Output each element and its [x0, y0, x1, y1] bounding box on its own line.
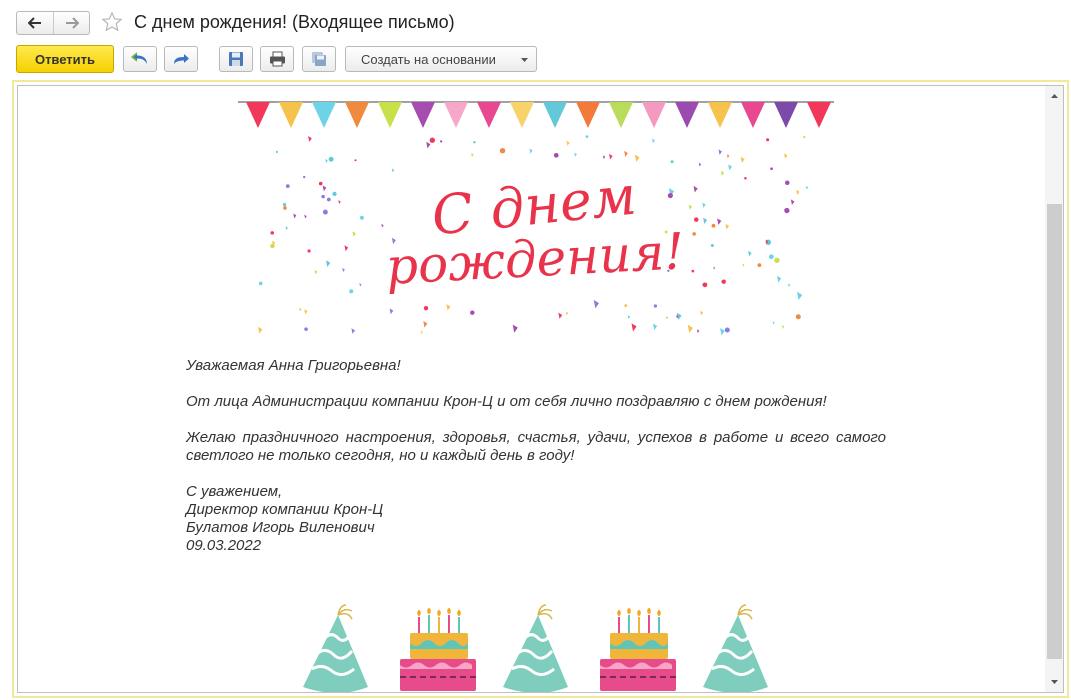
reply-button[interactable]: Ответить — [16, 45, 114, 73]
signature-position: Директор компании Крон-Ц — [186, 501, 384, 518]
scroll-down-icon — [1050, 680, 1058, 684]
paragraph-congratulation: От лица Администрации компании Крон-Ц и … — [186, 393, 827, 410]
vertical-scrollbar[interactable] — [1045, 86, 1063, 692]
signature-name: Булатов Игорь Виленович — [186, 519, 375, 536]
scroll-up-button[interactable] — [1045, 88, 1063, 104]
bunting-flags — [246, 102, 831, 128]
greeting-line-2: рождения! — [385, 222, 686, 296]
star-icon — [101, 11, 123, 32]
title-bar: С днем рождения! (Входящее письмо) — [0, 0, 1071, 44]
arrow-left-icon — [28, 17, 41, 29]
birthday-cake-icon — [599, 607, 677, 692]
party-decorations — [301, 603, 770, 692]
salutation: Уважаемая Анна Григорьевна! — [186, 357, 401, 374]
forward-button[interactable] — [53, 12, 89, 34]
navigation-group — [16, 11, 90, 35]
arrow-right-icon — [65, 17, 79, 29]
floppy-disk-icon — [229, 52, 243, 66]
undo-arrow-icon — [131, 52, 147, 64]
scroll-down-button[interactable] — [1045, 674, 1063, 690]
signature-date: 09.03.2022 — [186, 537, 262, 554]
reply-all-button[interactable] — [123, 46, 157, 72]
save-copy-button[interactable] — [302, 46, 336, 72]
toolbar: Ответить Создать на основании — [0, 44, 1071, 76]
save-button[interactable] — [219, 46, 253, 72]
signature-closing: С уважением, — [186, 483, 283, 500]
create-based-on-dropdown[interactable]: Создать на основании — [345, 46, 537, 72]
save-copy-icon — [312, 52, 326, 66]
favorite-button[interactable] — [100, 10, 124, 34]
back-button[interactable] — [17, 12, 53, 34]
forward-mail-button[interactable] — [164, 46, 198, 72]
redo-arrow-icon — [174, 54, 189, 64]
letter-text: Уважаемая Анна Григорьевна! От лица Адми… — [186, 357, 886, 555]
greeting-lettering: С днем рождения! — [385, 164, 686, 296]
paragraph-wishes: Желаю праздничного настроения, здоровья,… — [186, 429, 886, 464]
signature: С уважением, Директор компании Крон-Ц Бу… — [186, 483, 886, 555]
message-body[interactable]: С днем рождения! Уважаемая Анна Григорье… — [17, 85, 1064, 693]
print-button[interactable] — [260, 46, 294, 72]
chevron-down-icon — [521, 58, 528, 62]
party-hat-icon — [701, 603, 770, 692]
printer-icon — [269, 51, 285, 67]
birthday-banner: С днем рождения! — [238, 101, 834, 336]
create-based-on-label: Создать на основании — [361, 51, 496, 67]
window-title: С днем рождения! (Входящее письмо) — [134, 12, 455, 32]
scroll-up-icon — [1050, 94, 1058, 98]
party-hat-icon — [301, 603, 370, 692]
message-frame: С днем рождения! Уважаемая Анна Григорье… — [12, 80, 1069, 698]
party-hat-icon — [501, 603, 570, 692]
scrollbar-thumb[interactable] — [1047, 204, 1062, 659]
birthday-cake-icon — [399, 607, 477, 692]
